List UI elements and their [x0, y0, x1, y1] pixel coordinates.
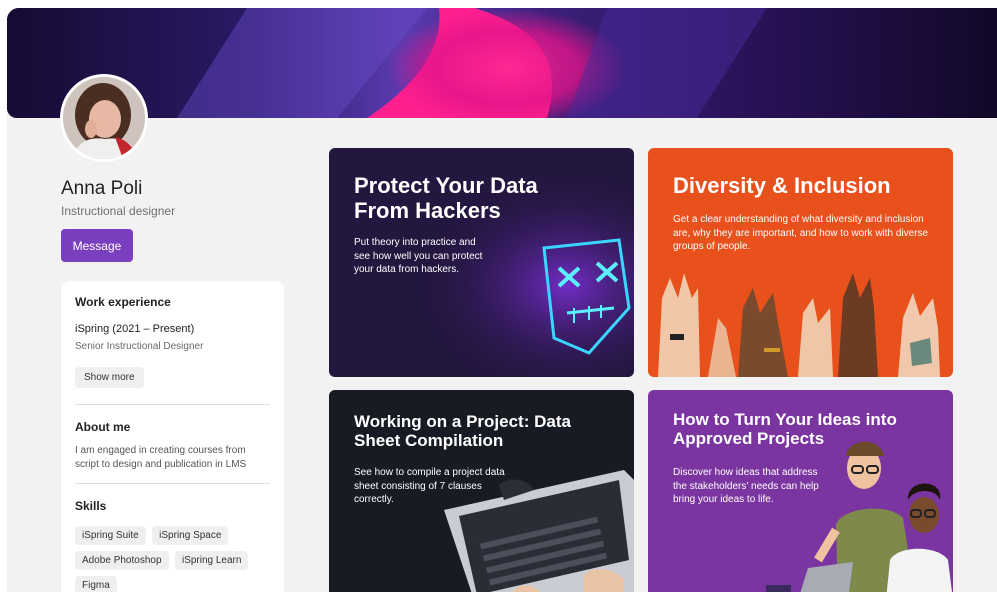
divider	[75, 404, 270, 405]
course-card-ideas-projects[interactable]: How to Turn Your Ideas into Approved Pro…	[648, 390, 953, 592]
skills-heading: Skills	[75, 499, 107, 513]
course-description: Get a clear understanding of what divers…	[673, 214, 929, 252]
about-me-text: I am engaged in creating courses from sc…	[75, 445, 247, 470]
course-description: See how to compile a project data sheet …	[354, 467, 505, 505]
work-position: Senior Instructional Designer	[75, 341, 204, 352]
course-title: Diversity & Inclusion	[673, 173, 891, 198]
profile-banner	[7, 8, 997, 118]
skills-list: iSpring Suite iSpring Space Adobe Photos…	[75, 525, 275, 592]
profile-page: Anna Poli Instructional designer Message…	[7, 8, 997, 592]
avatar-photo	[63, 77, 145, 159]
course-card-diversity[interactable]: Diversity & Inclusion Get a clear unders…	[648, 148, 953, 377]
skill-chip[interactable]: Adobe Photoshop	[75, 551, 169, 570]
course-description: Put theory into practice and see how wel…	[354, 237, 483, 275]
course-card-project-datasheet[interactable]: Working on a Project: Data Sheet Compila…	[329, 390, 634, 592]
course-description: Discover how ideas that address the stak…	[673, 467, 819, 505]
banner-artwork	[7, 8, 997, 118]
profile-info-card: Work experience iSpring (2021 – Present)…	[61, 281, 284, 592]
skill-chip[interactable]: iSpring Space	[152, 526, 229, 545]
profile-role: Instructional designer	[61, 204, 176, 218]
show-more-button[interactable]: Show more	[75, 367, 144, 388]
skill-chip[interactable]: iSpring Learn	[174, 551, 249, 570]
course-title: Working on a Project: Data Sheet Compila…	[354, 412, 571, 451]
message-button[interactable]: Message	[61, 229, 133, 262]
avatar[interactable]	[60, 74, 148, 162]
profile-name: Anna Poli	[61, 178, 143, 199]
divider	[75, 483, 270, 484]
work-experience-heading: Work experience	[75, 295, 171, 309]
skill-chip[interactable]: iSpring Suite	[75, 526, 146, 545]
course-card-data-protection[interactable]: Protect Your Data From Hackers Put theor…	[329, 148, 634, 377]
about-me-heading: About me	[75, 420, 131, 434]
skill-chip[interactable]: Figma	[75, 576, 117, 592]
course-title: Protect Your Data From Hackers	[354, 173, 538, 223]
course-title: How to Turn Your Ideas into Approved Pro…	[673, 410, 897, 449]
work-company: iSpring (2021 – Present)	[75, 323, 195, 335]
